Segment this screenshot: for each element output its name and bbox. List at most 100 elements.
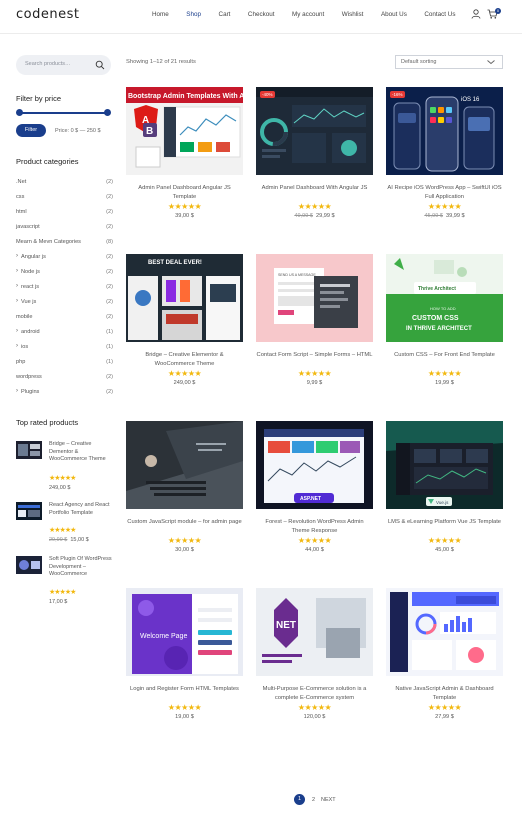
product-image[interactable]: Welcome Page bbox=[126, 588, 243, 676]
category-count: (2) bbox=[106, 194, 113, 200]
next-page-link[interactable]: NEXT bbox=[321, 797, 336, 803]
nav-cart[interactable]: Cart bbox=[219, 11, 231, 18]
nav-wishlist[interactable]: Wishlist bbox=[342, 11, 364, 18]
product-title[interactable]: Native JavaScript Admin & Dashboard Temp… bbox=[386, 685, 503, 702]
chevron-right-icon: › bbox=[16, 283, 18, 289]
nav-home[interactable]: Home bbox=[152, 11, 169, 18]
site-logo[interactable]: codenest bbox=[16, 7, 79, 22]
product-title[interactable]: Admin Panel Dashboard With Angular JS bbox=[256, 184, 373, 193]
category-name[interactable]: php bbox=[16, 359, 25, 365]
sort-select[interactable]: Default sorting bbox=[395, 55, 503, 69]
top-rated-thumbnail[interactable] bbox=[16, 441, 42, 459]
category-name[interactable]: css bbox=[16, 194, 24, 200]
top-rated-thumbnail[interactable] bbox=[16, 556, 42, 574]
product-image[interactable] bbox=[386, 588, 503, 676]
nav-contact-us[interactable]: Contact Us bbox=[424, 11, 455, 18]
product-card[interactable]: iOS 16 -16% AI Recipe iOS WordPress App – … bbox=[386, 87, 503, 247]
product-card[interactable]: ASP.NET Forest – Revolution WordPress Adm… bbox=[256, 421, 373, 581]
product-title[interactable]: Multi-Purpose E-Commerce solution is a c… bbox=[256, 685, 373, 702]
category-item[interactable]: › react js (2) bbox=[16, 283, 113, 293]
current-price: 19,99 $ bbox=[435, 380, 454, 386]
product-price: 44,00 $ bbox=[256, 547, 373, 553]
category-item[interactable]: Mearn & Mevn Categories (8) bbox=[16, 239, 113, 248]
product-card[interactable]: Native JavaScript Admin & Dashboard Temp… bbox=[386, 588, 503, 748]
category-item[interactable]: php (1) bbox=[16, 359, 113, 368]
category-name[interactable]: android bbox=[21, 329, 40, 335]
price-slider-min-handle[interactable] bbox=[16, 109, 23, 116]
product-image[interactable]: Bootstrap Admin Templates With AngularAB bbox=[126, 87, 243, 175]
category-item[interactable]: mobile (2) bbox=[16, 314, 113, 323]
top-rated-thumbnail[interactable] bbox=[16, 502, 42, 520]
category-name[interactable]: Mearn & Mevn Categories bbox=[16, 239, 81, 245]
category-name[interactable]: react js bbox=[21, 284, 39, 290]
product-card[interactable]: Bootstrap Admin Templates With AngularAB… bbox=[126, 87, 243, 247]
nav-about-us[interactable]: About Us bbox=[381, 11, 407, 18]
product-search-input[interactable]: Search products… bbox=[16, 55, 111, 75]
top-rated-name[interactable]: Soft Plugin Of WordPress Development – W… bbox=[49, 556, 114, 579]
product-card[interactable]: Welcome Page Login and Register Form HTML… bbox=[126, 588, 243, 748]
product-title[interactable]: Admin Panel Dashboard Angular JS Templat… bbox=[126, 184, 243, 201]
category-item[interactable]: › Node js (2) bbox=[16, 268, 113, 278]
product-image[interactable]: SEND US A MESSAGE bbox=[256, 254, 373, 342]
product-card[interactable]: SEND US A MESSAGE Contact Form Script – S… bbox=[256, 254, 373, 414]
category-name[interactable]: javascript bbox=[16, 224, 40, 230]
product-title[interactable]: Forest – Revolution WordPress Admin Them… bbox=[256, 518, 373, 535]
top-rated-name[interactable]: React Agency and React Portfolio Templat… bbox=[49, 502, 114, 517]
product-card[interactable]: NET Multi-Purpose E-Commerce solution is … bbox=[256, 588, 373, 748]
product-title[interactable]: Contact Form Script – Simple Forms – HTM… bbox=[256, 351, 373, 360]
page-link-2[interactable]: 2 bbox=[312, 797, 315, 803]
category-item[interactable]: › android (1) bbox=[16, 328, 113, 338]
product-card[interactable]: Vue.js LMS & eLearning Platform Vue JS Te… bbox=[386, 421, 503, 581]
product-title[interactable]: AI Recipe iOS WordPress App – SwiftUI iO… bbox=[386, 184, 503, 201]
product-title[interactable]: Custom JavaScript module – for admin pag… bbox=[126, 518, 243, 527]
category-item[interactable]: html (2) bbox=[16, 209, 113, 218]
search-icon[interactable] bbox=[95, 60, 105, 70]
category-count: (2) bbox=[106, 209, 113, 215]
page-current[interactable]: 1 bbox=[294, 794, 305, 805]
category-item[interactable]: wordpress (2) bbox=[16, 374, 113, 383]
product-image[interactable] bbox=[126, 421, 243, 509]
category-name[interactable]: Node js bbox=[21, 269, 40, 275]
product-title[interactable]: Custom CSS – For Front End Template bbox=[386, 351, 503, 360]
product-image[interactable] bbox=[256, 87, 373, 175]
category-item[interactable]: css (2) bbox=[16, 194, 113, 203]
nav-shop[interactable]: Shop bbox=[186, 11, 201, 18]
category-item[interactable]: javascript (2) bbox=[16, 224, 113, 233]
product-image[interactable]: ASP.NET bbox=[256, 421, 373, 509]
category-name[interactable]: Plugins bbox=[21, 389, 39, 395]
product-image[interactable]: Thrive Architect HOW TO ADD CUSTOM CSS IN T… bbox=[386, 254, 503, 342]
product-image[interactable]: iOS 16 bbox=[386, 87, 503, 175]
rating-stars: ★★★★★ bbox=[167, 369, 202, 378]
category-name[interactable]: Vue js bbox=[21, 299, 36, 305]
category-item[interactable]: › ios (1) bbox=[16, 343, 113, 353]
product-card[interactable]: BEST DEAL EVER! Bridge – Creative Element… bbox=[126, 254, 243, 414]
product-title[interactable]: LMS & eLearning Platform Vue JS Template bbox=[386, 518, 503, 527]
category-name[interactable]: Angular js bbox=[21, 254, 46, 260]
nav-my-account[interactable]: My account bbox=[292, 11, 324, 18]
category-name[interactable]: .Net bbox=[16, 179, 26, 185]
product-title[interactable]: Bridge – Creative Elementor & WooCommerc… bbox=[126, 351, 243, 368]
product-card[interactable]: Thrive Architect HOW TO ADD CUSTOM CSS IN T… bbox=[386, 254, 503, 414]
category-name[interactable]: html bbox=[16, 209, 27, 215]
user-icon[interactable] bbox=[471, 9, 481, 19]
price-slider-track[interactable] bbox=[19, 112, 107, 114]
filter-button[interactable]: Filter bbox=[16, 124, 46, 137]
product-card[interactable]: Custom JavaScript module – for admin pag… bbox=[126, 421, 243, 581]
category-name[interactable]: wordpress bbox=[16, 374, 42, 380]
product-image[interactable]: Vue.js bbox=[386, 421, 503, 509]
product-price: 27,99 $ bbox=[386, 714, 503, 720]
category-item[interactable]: › Angular js (2) bbox=[16, 253, 113, 263]
category-name[interactable]: ios bbox=[21, 344, 28, 350]
product-title[interactable]: Login and Register Form HTML Templates bbox=[126, 685, 243, 694]
category-item[interactable]: › Plugins (2) bbox=[16, 388, 113, 398]
nav-checkout[interactable]: Checkout bbox=[248, 11, 275, 18]
price-slider-max-handle[interactable] bbox=[104, 109, 111, 116]
category-name[interactable]: mobile bbox=[16, 314, 32, 320]
top-rated-name[interactable]: Bridge – Creative Dementor & WooCommerce… bbox=[49, 441, 114, 464]
category-item[interactable]: .Net (2) bbox=[16, 179, 113, 188]
product-card[interactable]: -40% Admin Panel Dashboard With Angular J… bbox=[256, 87, 373, 247]
top-rated-price: 29,99 $15,00 $ bbox=[49, 537, 89, 543]
product-image[interactable]: BEST DEAL EVER! bbox=[126, 254, 243, 342]
category-item[interactable]: › Vue js (2) bbox=[16, 298, 113, 308]
product-image[interactable]: NET bbox=[256, 588, 373, 676]
